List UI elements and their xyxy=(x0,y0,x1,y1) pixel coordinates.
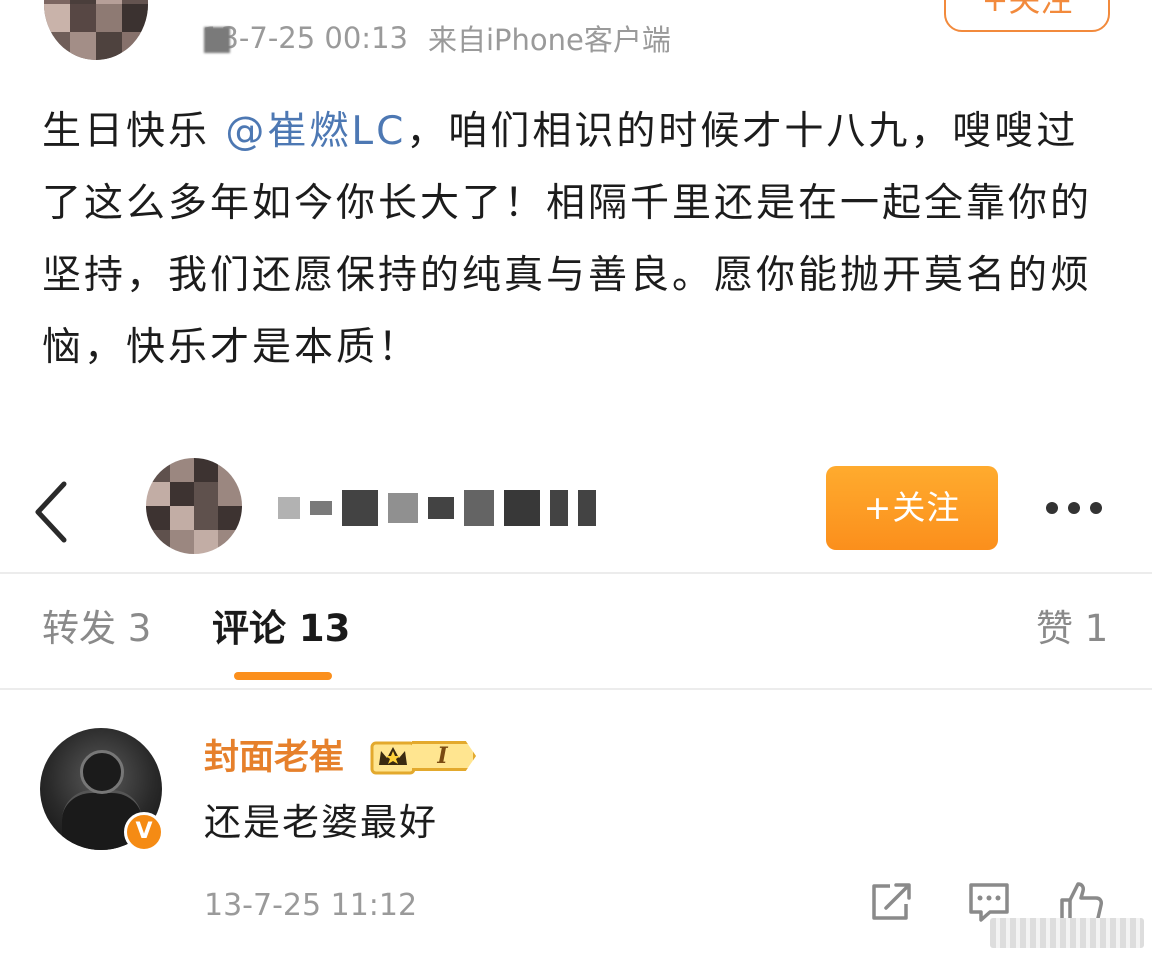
post-author-avatar[interactable] xyxy=(44,0,148,60)
chevron-left-icon xyxy=(35,481,67,543)
blurred-year xyxy=(204,27,230,53)
share-button[interactable] xyxy=(868,880,916,924)
post-timestamp-text: 13-7-25 00:13 xyxy=(202,21,408,55)
more-dots-icon xyxy=(1046,502,1058,514)
post-source: 来自iPhone客户端 xyxy=(427,23,671,57)
verified-badge-icon: V xyxy=(124,812,164,852)
comment-author-name[interactable]: 封面老崔 xyxy=(204,736,344,780)
post-body-prefix: 生日快乐 xyxy=(42,109,226,154)
follow-button[interactable]: +关注 xyxy=(826,466,998,550)
back-button[interactable] xyxy=(28,472,78,552)
nav-author-name-blurred[interactable] xyxy=(278,490,596,526)
divider xyxy=(0,688,1152,690)
nav-author-avatar[interactable] xyxy=(146,458,242,554)
vip-badge[interactable]: I xyxy=(370,736,476,776)
post-mention-link[interactable]: @崔燃LC xyxy=(225,109,406,154)
vip-level: I xyxy=(412,741,476,771)
post-body: 生日快乐 @崔燃LC，咱们相识的时候才十八九，嗖嗖过了这么多年如今你长大了！相隔… xyxy=(42,96,1102,384)
tab-like[interactable]: 赞 1 xyxy=(1036,604,1108,654)
post-timestamp: 13-7-25 00:13 xyxy=(202,21,408,55)
comment-time: 13-7-25 11:12 xyxy=(204,888,418,923)
post-follow-button[interactable]: +关注 xyxy=(944,0,1110,32)
tab-repost[interactable]: 转发 3 xyxy=(42,604,151,654)
share-icon xyxy=(872,883,911,920)
active-tab-indicator xyxy=(234,672,332,680)
more-button[interactable] xyxy=(1046,496,1116,520)
comment-text: 还是老婆最好 xyxy=(204,801,438,844)
post-meta: 13-7-25 00:13 来自iPhone客户端 xyxy=(202,18,671,58)
divider xyxy=(0,572,1152,574)
watermark xyxy=(990,918,1144,948)
crown-icon xyxy=(370,741,416,775)
tab-comment[interactable]: 评论 13 xyxy=(212,604,350,654)
